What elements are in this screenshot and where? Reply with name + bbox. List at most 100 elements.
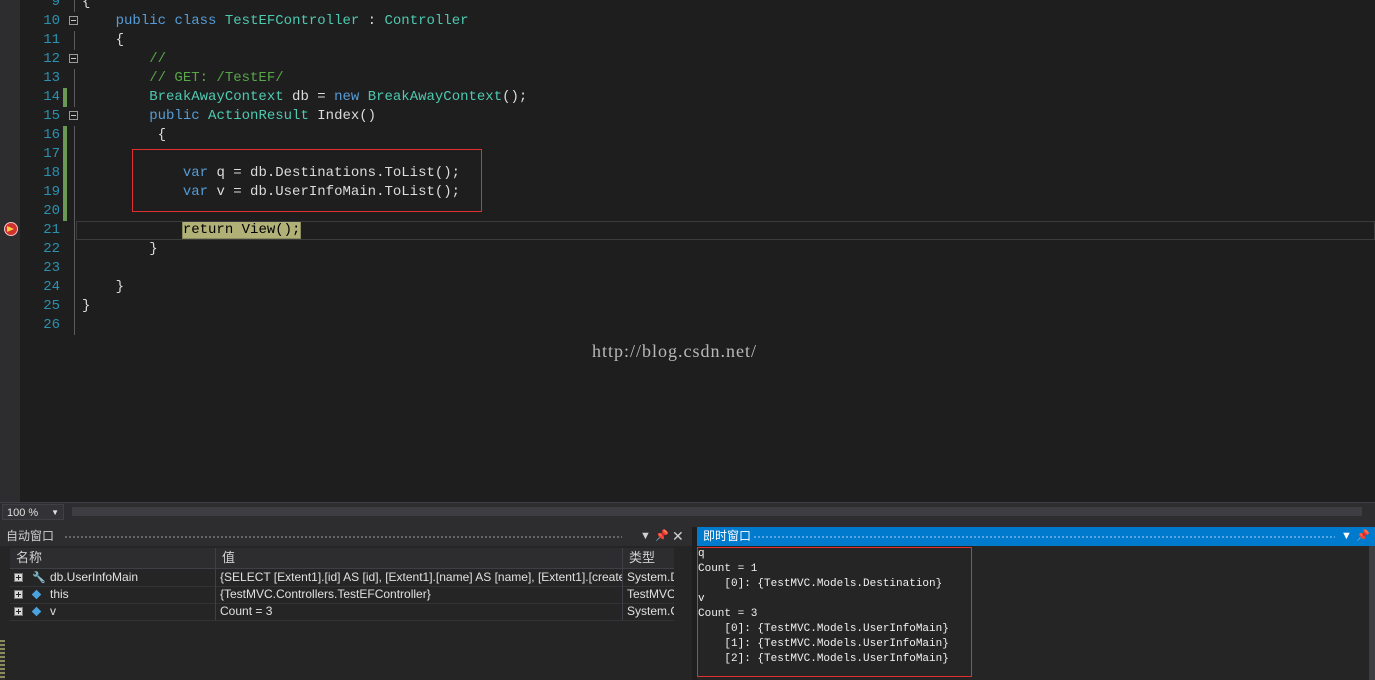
variable-value[interactable]: {TestMVC.Controllers.TestEFController} [216, 586, 623, 603]
collapse-icon[interactable] [69, 16, 78, 25]
autos-cell-name: this [10, 586, 216, 603]
expand-icon[interactable] [14, 607, 23, 616]
line-number: 12 [43, 51, 60, 67]
zoom-value: 100 % [7, 507, 39, 519]
code-token: db = [283, 89, 335, 105]
autos-row[interactable]: v Count = 3 System.C [10, 603, 674, 621]
wrench-icon: 🔧 [32, 572, 46, 584]
line-number: 10 [43, 13, 60, 29]
autos-title-bar[interactable]: 自动窗口 ▼ 📌 ✕ [0, 527, 692, 546]
code-line[interactable]: 26 [0, 316, 1375, 335]
code-token: // GET: /TestEF/ [82, 70, 284, 86]
code-editor[interactable]: 9{10 public class TestEFController : Con… [0, 0, 1375, 502]
code-line[interactable]: 13 // GET: /TestEF/ [0, 69, 1375, 88]
code-line[interactable]: 11 { [0, 31, 1375, 50]
line-number: 20 [43, 203, 60, 219]
code-line[interactable]: 25} [0, 297, 1375, 316]
line-number: 24 [43, 279, 60, 295]
code-line[interactable]: 12 // [0, 50, 1375, 69]
outline-guide [74, 126, 75, 145]
line-number: 18 [43, 165, 60, 181]
code-token: { [82, 0, 91, 10]
window-menu-icon[interactable]: ▼ [640, 527, 651, 546]
variable-value[interactable]: {SELECT [Extent1].[id] AS [id], [Extent1… [216, 569, 623, 586]
variable-value[interactable]: Count = 3 [216, 603, 623, 620]
code-line[interactable]: 24 } [0, 278, 1375, 297]
line-number: 23 [43, 260, 60, 276]
code-text: } [82, 240, 157, 259]
pin-icon[interactable]: 📌 [1356, 527, 1370, 546]
code-line[interactable]: 14 BreakAwayContext db = new BreakAwayCo… [0, 88, 1375, 107]
change-marker [63, 183, 67, 202]
column-header-name[interactable]: 名称 [10, 548, 216, 568]
breakpoint-icon[interactable] [4, 222, 18, 236]
code-text: public ActionResult Index() [82, 107, 376, 126]
code-token: { [82, 32, 125, 48]
code-text: { [82, 126, 166, 145]
code-token: : [359, 13, 385, 29]
outline-guide [74, 183, 75, 202]
column-header-type[interactable]: 类型 [623, 548, 674, 568]
immediate-title-bar[interactable]: 即时窗口 ▼ 📌 [697, 527, 1375, 546]
code-text: public class TestEFController : Controll… [82, 12, 469, 31]
outline-guide [74, 31, 75, 50]
outline-guide [74, 221, 75, 240]
close-icon[interactable]: ✕ [672, 527, 684, 546]
editor-status-bar: 100 % ▼ [0, 502, 1375, 521]
code-line[interactable]: 10 public class TestEFController : Contr… [0, 12, 1375, 31]
outline-guide [74, 0, 75, 12]
autos-row[interactable]: this {TestMVC.Controllers.TestEFControlle… [10, 586, 674, 604]
expand-icon[interactable] [14, 590, 23, 599]
variable-type: TestMVC [627, 587, 674, 601]
line-number: 17 [43, 146, 60, 162]
chevron-down-icon: ▼ [51, 508, 59, 517]
code-line[interactable]: 22 } [0, 240, 1375, 259]
variable-name: db.UserInfoMain [50, 570, 139, 584]
line-number: 21 [43, 222, 60, 238]
code-text: // [82, 50, 166, 69]
horizontal-scrollbar[interactable] [72, 507, 1362, 516]
code-line[interactable]: 23 [0, 259, 1375, 278]
window-menu-icon[interactable]: ▼ [1341, 527, 1352, 546]
code-line[interactable]: 9{ [0, 0, 1375, 12]
collapse-icon[interactable] [69, 54, 78, 63]
autos-window: 自动窗口 ▼ 📌 ✕ 名称 值 类型 🔧 db.UserInfoMain {SELE… [0, 527, 692, 680]
outline-guide [74, 297, 75, 316]
zoom-dropdown[interactable]: 100 % ▼ [2, 504, 64, 520]
variable-name: this [50, 587, 69, 601]
autos-row[interactable]: 🔧 db.UserInfoMain {SELECT [Extent1].[id] A… [10, 569, 674, 587]
current-statement-arrow-icon [7, 226, 14, 232]
outline-guide [74, 259, 75, 278]
code-token: public [115, 13, 167, 29]
outline-guide [74, 278, 75, 297]
collapse-icon[interactable] [69, 111, 78, 120]
cube-icon [31, 606, 42, 617]
pin-icon[interactable]: 📌 [655, 527, 669, 546]
expand-icon[interactable] [14, 573, 23, 582]
code-text: { [82, 0, 90, 12]
code-token: TestEFController [224, 13, 360, 29]
code-line[interactable]: 16 { [0, 126, 1375, 145]
outline-guide [74, 69, 75, 88]
outline-guide [74, 88, 75, 107]
watermark: http://blog.csdn.net/ [592, 341, 757, 361]
outline-guide [74, 145, 75, 164]
column-header-value[interactable]: 值 [216, 548, 623, 568]
outline-guide [74, 164, 75, 183]
current-line-highlight [76, 221, 1375, 240]
variable-type: System.C [627, 604, 674, 618]
vertical-scrollbar[interactable] [1369, 546, 1375, 680]
code-line[interactable]: 15 public ActionResult Index() [0, 107, 1375, 126]
code-token: (); [502, 89, 528, 105]
code-text: { [82, 31, 124, 50]
code-token: } [82, 298, 91, 314]
line-number: 19 [43, 184, 60, 200]
code-token: new [334, 89, 360, 105]
immediate-title: 即时窗口 [703, 529, 752, 543]
title-grip [753, 535, 1335, 539]
cube-icon [31, 589, 42, 600]
